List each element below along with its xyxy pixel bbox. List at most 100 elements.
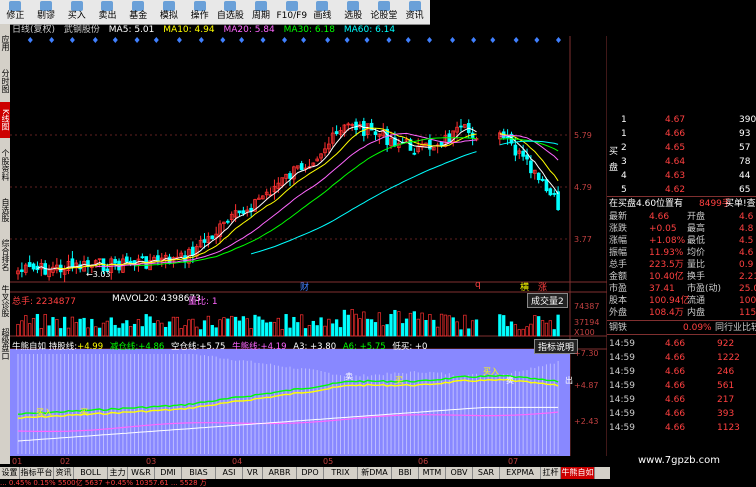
indicator-name: 牛熊自如 持股线:: [12, 342, 78, 352]
quote-value: 108.4万: [649, 308, 684, 318]
tick-row[interactable]: 14:59 4.66 246: [607, 366, 756, 378]
indicator-tab[interactable]: 新DMA: [358, 467, 392, 479]
industry-row[interactable]: 钢铁 0.09% 同行业比较: [607, 322, 756, 334]
diamond-marker: [153, 37, 159, 43]
quote-row[interactable]: 总手 223.5万 量比 0.9: [607, 259, 756, 271]
volume-bar: [70, 316, 75, 337]
volume-bar: [342, 309, 347, 337]
volume-bar: [358, 318, 362, 337]
bid-price: 4.64: [665, 157, 686, 167]
toolbar-button[interactable]: 模拟: [154, 0, 185, 24]
toolbar-button[interactable]: 画线: [307, 0, 338, 24]
indicator-tab[interactable]: OBV: [446, 467, 473, 479]
volume-bar: [327, 318, 331, 337]
tick-row[interactable]: 14:59 4.66 217: [607, 394, 756, 406]
bid-level: 1: [621, 115, 627, 125]
indicator-tab[interactable]: 扛杆: [541, 467, 561, 479]
toolbar-button-label: 修正: [6, 11, 25, 21]
date-tick: 05: [323, 457, 334, 466]
toolbar-button[interactable]: 周期: [246, 0, 277, 24]
toolbar-button-label: 论股堂: [370, 11, 398, 21]
toolbar-button[interactable]: 操作: [184, 0, 215, 24]
indicator-tab[interactable]: ASI: [216, 467, 243, 479]
indicator-tab[interactable]: 指标平台: [20, 467, 54, 479]
diamond-marker: [513, 37, 519, 43]
bid-row[interactable]: 2 4.65 57: [607, 142, 756, 154]
volume-bar: [125, 320, 129, 337]
candle: [529, 160, 533, 174]
diamond-marker: [134, 37, 140, 43]
toolbar-button[interactable]: 剔谬: [31, 0, 62, 24]
indicator-tab[interactable]: BOLL: [74, 467, 108, 479]
toolbar-button[interactable]: 自选股: [215, 0, 246, 24]
event-label-q[interactable]: q: [475, 280, 481, 290]
bid-row[interactable]: 3 4.64 78: [607, 156, 756, 168]
toolbar-button[interactable]: 修正: [0, 0, 31, 24]
period-label[interactable]: 日线(复权): [12, 25, 55, 35]
toolbar-button[interactable]: F10/F9: [276, 0, 307, 24]
volume-bar: [300, 314, 304, 337]
indicator-tab[interactable]: MTM: [419, 467, 446, 479]
volume-bar: [428, 314, 432, 337]
quote-key: 振幅: [609, 248, 628, 258]
tick-row[interactable]: 14:59 4.66 1123: [607, 422, 756, 434]
indicator-help-button[interactable]: 指标说明: [534, 339, 579, 354]
indicator-tab[interactable]: DMI: [155, 467, 182, 479]
indicator-tab[interactable]: 牛熊自如: [561, 467, 595, 479]
left-tab[interactable]: 个股资料: [0, 142, 10, 188]
bid-row[interactable]: 4 4.63 44: [607, 170, 756, 182]
kline-chart[interactable]: [10, 36, 607, 456]
indicator-tab[interactable]: 设置: [0, 467, 20, 479]
toolbar-button[interactable]: 论股堂: [369, 0, 400, 24]
bid-row[interactable]: 5 4.62 65: [607, 184, 756, 196]
left-tab[interactable]: 分时图: [0, 64, 10, 98]
quote-row[interactable]: 市盈 37.41 市盈(动) 25.0: [607, 283, 756, 295]
toolbar-button[interactable]: 卖出: [92, 0, 123, 24]
event-label-zhang[interactable]: 涨: [538, 280, 547, 293]
tick-row[interactable]: 14:59 4.66 1222: [607, 352, 756, 364]
left-tab[interactable]: 牛叉诊股: [0, 282, 10, 320]
indicator-tab[interactable]: ARBR: [263, 467, 297, 479]
tick-row[interactable]: 14:59 4.66 561: [607, 380, 756, 392]
volume-bar: [140, 326, 144, 337]
toolbar-button[interactable]: 选股: [338, 0, 369, 24]
indicator-tab[interactable]: DPO: [297, 467, 324, 479]
indicator-tab[interactable]: TRIX: [324, 467, 358, 479]
toolbar-button[interactable]: 资讯: [399, 0, 430, 24]
bid-row[interactable]: 1 4.67 390: [607, 114, 756, 126]
toolbar-button[interactable]: 基金: [123, 0, 154, 24]
toolbar-button[interactable]: 买入: [61, 0, 92, 24]
candle: [288, 173, 292, 179]
volume-bar: [470, 320, 475, 337]
left-tab[interactable]: K线图: [0, 102, 10, 138]
indicator-tab[interactable]: VR: [243, 467, 263, 479]
bid-row[interactable]: 1 4.66 93: [607, 128, 756, 140]
quote-row[interactable]: 股本 100.94亿流通 100.9: [607, 295, 756, 307]
volume-axis-unit: X100: [574, 328, 595, 337]
event-label-heng[interactable]: 横: [520, 280, 529, 293]
quote-row[interactable]: 金额 10.40亿换手 2.21: [607, 271, 756, 283]
left-tab[interactable]: 自选股: [0, 192, 10, 228]
indicator-tab[interactable]: SAR: [473, 467, 500, 479]
event-label-finance[interactable]: 财: [300, 280, 309, 293]
quote-row[interactable]: 外盘 108.4万内盘 115.1: [607, 307, 756, 319]
indicator-tab[interactable]: BIAS: [182, 467, 216, 479]
left-tab[interactable]: 超级盘口: [0, 324, 10, 364]
quote-row[interactable]: 涨跌 +0.05 最高 4.8: [607, 223, 756, 235]
indicator-tab[interactable]: EXPMA: [500, 467, 541, 479]
quote-row[interactable]: 涨幅 +1.08% 最低 4.5: [607, 235, 756, 247]
indicator-tab[interactable]: W&R: [128, 467, 155, 479]
indicator-tab[interactable]: 资讯: [54, 467, 74, 479]
order-note[interactable]: 在买盘4.60位置有8499手买单!查看详: [607, 198, 756, 210]
tick-row[interactable]: 14:59 4.66 922: [607, 338, 756, 350]
left-tab[interactable]: 应用: [0, 28, 10, 58]
indicator-tab[interactable]: BBI: [392, 467, 419, 479]
left-tab[interactable]: 综合排名: [0, 232, 10, 278]
quote-row[interactable]: 振幅 11.93% 均价 4.6: [607, 247, 756, 259]
indicator-tab[interactable]: 主力: [108, 467, 128, 479]
volume-bar: [408, 312, 413, 337]
volume-indicator-dropdown[interactable]: 成交量2: [527, 293, 568, 308]
quote-key: 总手: [609, 260, 628, 270]
tick-row[interactable]: 14:59 4.66 393: [607, 408, 756, 420]
quote-row[interactable]: 最新 4.66 开盘 4.6: [607, 211, 756, 223]
